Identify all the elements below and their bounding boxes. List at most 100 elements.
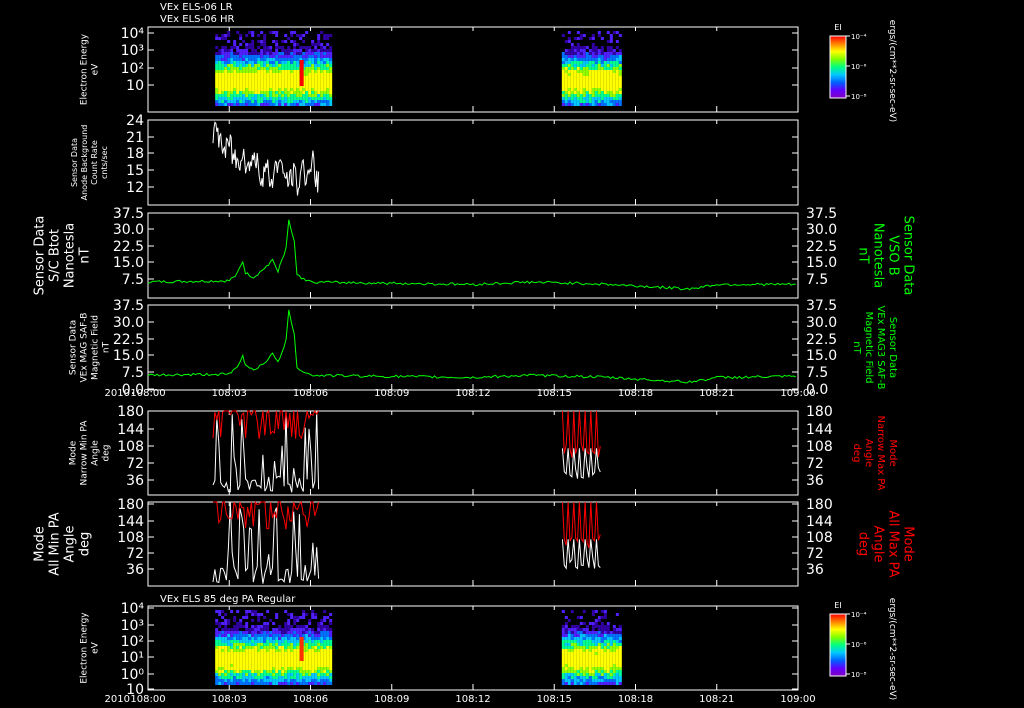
p1-spectro-pixel (263, 43, 267, 46)
p7-spectro-pixel (579, 652, 583, 655)
p7-spectro-pixel (278, 676, 282, 679)
p7-spectro-pixel (582, 646, 586, 649)
p1-spectro-pixel (239, 37, 243, 40)
p1-spectro-pixel (233, 103, 237, 106)
p7-spectro-pixel (224, 679, 228, 682)
p7-spectro-pixel (272, 634, 276, 637)
p7-spectro-pixel (257, 655, 261, 658)
p7-spectro-pixel (251, 625, 255, 628)
p1-spectro-pixel (293, 94, 297, 97)
p1-spectro-pixel (600, 76, 604, 79)
p1-spectro-pixel (603, 88, 607, 91)
p2-ytick-label: 24 (126, 113, 144, 129)
p1-spectro-pixel (612, 94, 616, 97)
p7-spectro-pixel (233, 667, 237, 670)
p7-spectro-pixel (564, 625, 568, 628)
p1-spectro-pixel (573, 97, 577, 100)
p1-spectro-pixel (579, 46, 583, 49)
p1-spectro-pixel (329, 58, 333, 61)
p1-spectro-pixel (281, 73, 285, 76)
p7-spectro-pixel (597, 631, 601, 634)
p7-spectro-pixel (284, 634, 288, 637)
p6-min-pa-line (561, 539, 601, 570)
p7-spectro-pixel (260, 631, 264, 634)
p1-spectro-pixel (272, 64, 276, 67)
p1-spectro-pixel (561, 34, 565, 37)
p7-spectro-pixel (582, 649, 586, 652)
p1-spectro-pixel (311, 70, 315, 73)
p1-spectro-pixel (588, 103, 592, 106)
p7-spectro-pixel (260, 655, 264, 658)
p1-spectro-pixel (615, 97, 619, 100)
p7-spectro-pixel (597, 664, 601, 667)
p1-spectro-pixel (278, 61, 282, 64)
p4-ytick-label-right: 37.5 (806, 298, 837, 314)
p7-spectro-pixel (615, 676, 619, 679)
p1-spectro-pixel (287, 49, 291, 52)
p7-spectro-pixel (326, 625, 330, 628)
p1-spectro-pixel (594, 97, 598, 100)
p1-spectro-pixel (582, 100, 586, 103)
p1-spectro-pixel (308, 61, 312, 64)
p7-spectro-pixel (281, 673, 285, 676)
p1-spectro-pixel (257, 97, 261, 100)
p1-spectro-pixel (287, 67, 291, 70)
p1-spectro-pixel (227, 103, 231, 106)
p1-spectro-pixel (588, 97, 592, 100)
p7-spectro-pixel (573, 664, 577, 667)
p1-spectro-pixel (579, 64, 583, 67)
p7-spectro-pixel (224, 670, 228, 673)
p7-spectro-pixel (561, 661, 565, 664)
p1-spectro-pixel (236, 67, 240, 70)
colorbar-top-title: EI (834, 23, 841, 32)
p1-spectro-pixel (287, 103, 291, 106)
p1-spectro-pixel (317, 97, 321, 100)
p2-ytick-label: 18 (126, 146, 144, 162)
p1-spectro-pixel (251, 64, 255, 67)
p1-spectro-pixel (615, 58, 619, 61)
p1-spectro-pixel (239, 55, 243, 58)
p1-spectro-pixel (221, 49, 225, 52)
p7-spectro-pixel (603, 661, 607, 664)
p1-spectro-pixel (233, 88, 237, 91)
p1-spectro-pixel (281, 52, 285, 55)
p1-spectro-pixel (305, 67, 309, 70)
p7-spectro-pixel (579, 658, 583, 661)
p1-spectro-pixel (573, 61, 577, 64)
p7-spectro-pixel (230, 634, 234, 637)
p7-spectro-pixel (263, 643, 267, 646)
p1-spectro-pixel (305, 94, 309, 97)
time-tick-label: 108:21 (699, 388, 734, 399)
time-tick-label: 108:00 (130, 694, 165, 705)
p7-spectro-pixel (236, 628, 240, 631)
p1-spectro-pixel (600, 46, 604, 49)
p1-spectro-pixel (600, 100, 604, 103)
p1-spectro-pixel (561, 79, 565, 82)
p7-spectro-pixel (323, 643, 327, 646)
p1-spectro-pixel (582, 79, 586, 82)
p1-spectro-pixel (585, 88, 589, 91)
p7-spectro-pixel (224, 655, 228, 658)
p7-spectro-pixel (305, 631, 309, 634)
p1-spectro-pixel (275, 97, 279, 100)
p1-spectro-pixel (281, 46, 285, 49)
p1-spectro-pixel (308, 88, 312, 91)
p7-spectro-pixel (290, 637, 294, 640)
p1-spectro-pixel (239, 61, 243, 64)
p1-spectro-pixel (570, 100, 574, 103)
p7-spectro-pixel (585, 679, 589, 682)
p1-spectro-pixel (588, 73, 592, 76)
p1-spectro-pixel (284, 88, 288, 91)
p7-spectro-pixel (600, 646, 604, 649)
p7-spectro-pixel (227, 649, 231, 652)
p6-ytick-label: 108 (117, 530, 144, 546)
p1-spectro-pixel (215, 85, 219, 88)
p7-spectro-pixel (278, 682, 282, 685)
p1-spectro-pixel (594, 76, 598, 79)
p1-spectro-pixel (567, 76, 571, 79)
p7-spectro-pixel (564, 637, 568, 640)
p7-spectro-pixel (588, 679, 592, 682)
p1-spectro-pixel (594, 61, 598, 64)
p1-spectro-pixel (290, 85, 294, 88)
p1-spectro-pixel (269, 103, 273, 106)
